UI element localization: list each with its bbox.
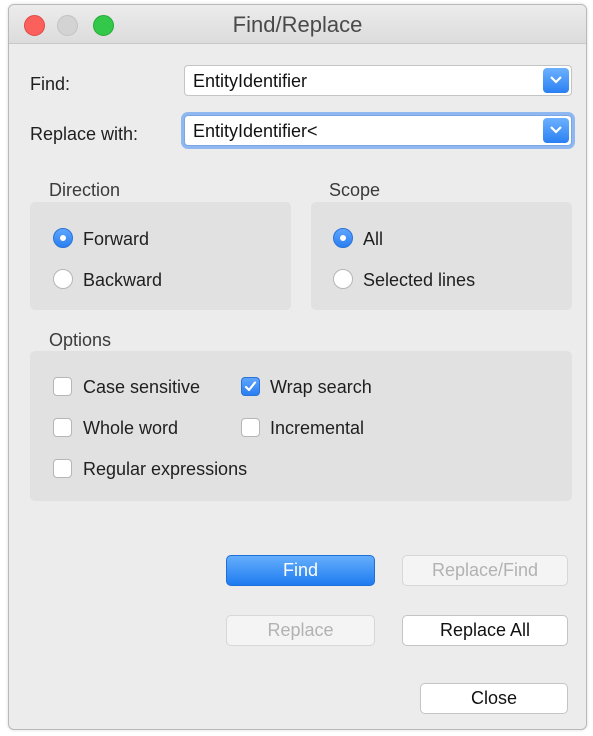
- whole-word-label[interactable]: Whole word: [83, 418, 178, 439]
- direction-group: Forward Backward: [30, 202, 291, 310]
- whole-word-checkbox[interactable]: [53, 418, 72, 437]
- replace-label: Replace with:: [30, 124, 139, 144]
- direction-forward-radio[interactable]: [53, 228, 73, 248]
- regular-expressions-label[interactable]: Regular expressions: [83, 459, 247, 480]
- scope-title: Scope: [329, 180, 381, 200]
- scope-selected-lines-label[interactable]: Selected lines: [363, 270, 475, 291]
- window-title: Find/Replace: [232, 12, 363, 37]
- replace-combo[interactable]: EntityIdentifier<: [184, 115, 572, 146]
- direction-title: Direction: [49, 180, 121, 200]
- direction-backward-label[interactable]: Backward: [83, 270, 162, 291]
- direction-backward-radio[interactable]: [53, 269, 73, 289]
- case-sensitive-label[interactable]: Case sensitive: [83, 377, 200, 398]
- incremental-label[interactable]: Incremental: [270, 418, 364, 439]
- direction-forward-label[interactable]: Forward: [83, 229, 149, 250]
- replace-button[interactable]: Replace: [226, 615, 375, 646]
- chevron-down-icon: [550, 76, 562, 84]
- incremental-checkbox[interactable]: [241, 418, 260, 437]
- replace-history-dropdown[interactable]: [543, 118, 569, 143]
- find-history-dropdown[interactable]: [543, 68, 569, 93]
- wrap-search-label[interactable]: Wrap search: [270, 377, 372, 398]
- find-input[interactable]: EntityIdentifier: [193, 71, 307, 92]
- case-sensitive-checkbox[interactable]: [53, 377, 72, 396]
- find-replace-window: Find/Replace Find: EntityIdentifier Repl…: [8, 4, 587, 730]
- find-label: Find:: [30, 74, 71, 94]
- scope-selected-lines-radio[interactable]: [333, 269, 353, 289]
- scope-all-radio[interactable]: [333, 228, 353, 248]
- options-title: Options: [49, 330, 112, 350]
- scope-group: All Selected lines: [311, 202, 572, 310]
- wrap-search-checkbox[interactable]: [241, 377, 260, 396]
- find-combo[interactable]: EntityIdentifier: [184, 65, 572, 96]
- scope-all-label[interactable]: All: [363, 229, 383, 250]
- replace-find-button[interactable]: Replace/Find: [402, 555, 568, 586]
- find-button[interactable]: Find: [226, 555, 375, 586]
- close-button[interactable]: Close: [420, 683, 568, 714]
- replace-all-button[interactable]: Replace All: [402, 615, 568, 646]
- title-bar[interactable]: Find/Replace: [9, 5, 586, 44]
- options-group: Case sensitive Wrap search Whole word In…: [30, 351, 572, 501]
- chevron-down-icon: [550, 126, 562, 134]
- regular-expressions-checkbox[interactable]: [53, 459, 72, 478]
- replace-input[interactable]: EntityIdentifier<: [193, 121, 318, 142]
- checkmark-icon: [244, 381, 257, 392]
